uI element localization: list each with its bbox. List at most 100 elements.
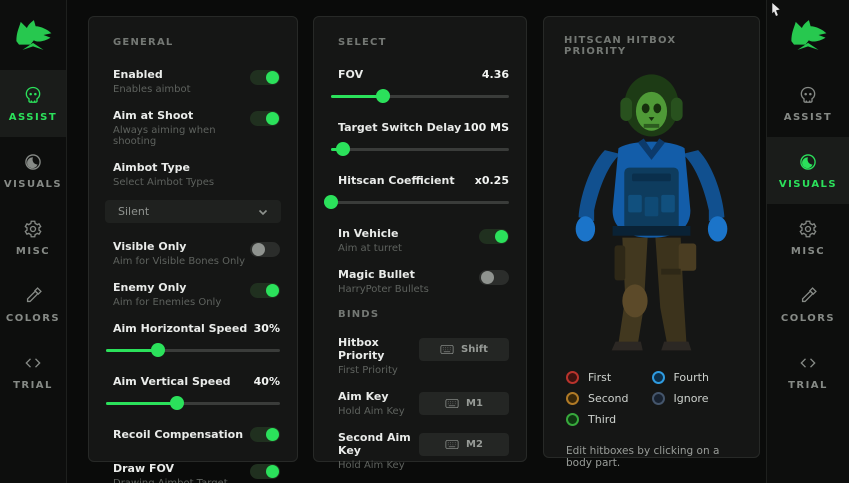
dropdown-selected-value: Silent: [118, 205, 149, 218]
sidebar-item-colors[interactable]: COLORS: [0, 271, 66, 338]
panel-select: SELECT FOV 4.36 Target Switch Delay 100 …: [313, 16, 527, 462]
recoil-compensation-toggle[interactable]: [250, 427, 280, 442]
sidebar-item-visuals[interactable]: VISUALS: [767, 137, 849, 204]
slider-header-hitscan-coefficient: Hitscan Coefficient x0.25: [329, 174, 511, 187]
sidebar-item-colors[interactable]: COLORS: [767, 271, 849, 338]
setting-subtitle: Aim for Visible Bones Only: [113, 256, 245, 267]
magic-bullet-toggle[interactable]: [479, 270, 509, 285]
legend-item-third[interactable]: Third: [566, 409, 652, 429]
in-vehicle-toggle[interactable]: [479, 229, 509, 244]
character-model[interactable]: [564, 63, 739, 353]
sidebar-item-label: COLORS: [781, 313, 835, 324]
sidebar-item-trial[interactable]: TRIAL: [0, 338, 66, 405]
skull-icon: [798, 85, 818, 105]
hitbox-priority-keybind-button[interactable]: Shift: [419, 338, 509, 361]
eyedropper-icon: [798, 286, 818, 306]
priority-dot-second[interactable]: [566, 392, 579, 405]
toggle-knob: [266, 465, 279, 478]
keyboard-icon: [445, 398, 459, 409]
slider-knob[interactable]: [336, 142, 350, 156]
draw-fov-toggle[interactable]: [250, 464, 280, 479]
priority-dot-fourth[interactable]: [652, 371, 665, 384]
hitbox-edit-hint: Edit hitboxes by clicking on a body part…: [564, 445, 739, 469]
panel-hitbox-priority: HITSCAN HITBOX PRIORITY: [543, 16, 760, 458]
setting-subtitle: Hold Aim Key: [338, 460, 419, 471]
bind-row-aim-key: Aim Key Hold Aim Key M1: [329, 390, 511, 417]
setting-row-aimbot-type: Aimbot Type Select Aimbot Types: [104, 161, 282, 188]
setting-label: Magic Bullet: [338, 268, 429, 281]
enemy-only-toggle[interactable]: [250, 283, 280, 298]
app-logo: [0, 0, 66, 70]
sidebar-item-assist[interactable]: ASSIST: [767, 70, 849, 137]
aim-horizontal-speed-slider[interactable]: [106, 343, 280, 357]
setting-subtitle: Always aiming when shooting: [113, 125, 250, 147]
setting-label: Enemy Only: [113, 281, 221, 294]
sidebar-item-label: MISC: [791, 246, 825, 257]
setting-label: Draw FOV: [113, 462, 250, 475]
legend-item-first[interactable]: First: [566, 367, 652, 387]
sidebar-item-label: ASSIST: [784, 112, 832, 123]
aimbot-type-dropdown[interactable]: Silent: [105, 200, 281, 223]
slider-knob[interactable]: [376, 89, 390, 103]
priority-dot-first[interactable]: [566, 371, 579, 384]
setting-row-magic-bullet: Magic Bullet HarryPoter Bullets: [329, 268, 511, 295]
aim-at-shoot-toggle[interactable]: [250, 111, 280, 126]
slider-value: 30%: [254, 322, 280, 335]
sidebar-item-misc[interactable]: MISC: [0, 204, 66, 271]
slider-knob[interactable]: [151, 343, 165, 357]
soldier-hitbox-figure: [564, 63, 739, 353]
setting-label: Visible Only: [113, 240, 245, 253]
enabled-toggle[interactable]: [250, 70, 280, 85]
second-aim-key-keybind-button[interactable]: M2: [419, 433, 509, 456]
slider-knob[interactable]: [324, 195, 338, 209]
sidebar-item-misc[interactable]: MISC: [767, 204, 849, 271]
setting-subtitle: HarryPoter Bullets: [338, 284, 429, 295]
slider-knob[interactable]: [170, 396, 184, 410]
bind-row-hitbox-priority: Hitbox Priority First Priority Shift: [329, 336, 511, 376]
skull-icon: [23, 85, 43, 105]
sidebar-right: ASSIST VISUALS MISC COLORS TRIAL: [766, 0, 849, 483]
setting-row-visible-only: Visible Only Aim for Visible Bones Only: [104, 240, 282, 267]
sidebar-item-visuals[interactable]: VISUALS: [0, 137, 66, 204]
target-switch-delay-slider[interactable]: [331, 142, 509, 156]
slider-value: x0.25: [475, 174, 509, 187]
panel-general: GENERAL Enabled Enables aimbot Aim at Sh…: [88, 16, 298, 462]
slider-track: [331, 201, 509, 204]
sidebar-item-label: TRIAL: [788, 380, 828, 391]
legend-item-fourth[interactable]: Fourth: [652, 367, 738, 387]
slider-track: [331, 148, 509, 151]
keybind-value: M1: [466, 398, 483, 409]
toggle-knob: [266, 284, 279, 297]
legend-item-ignore[interactable]: Ignore: [652, 388, 738, 408]
legend-label: First: [588, 371, 611, 384]
legend-label: Ignore: [674, 392, 709, 405]
slider-header-fov: FOV 4.36: [329, 68, 511, 81]
priority-dot-third[interactable]: [566, 413, 579, 426]
toggle-knob: [481, 271, 494, 284]
setting-row-recoil: Recoil Compensation: [104, 428, 282, 442]
setting-subtitle: Aim at turret: [338, 243, 402, 254]
aim-key-keybind-button[interactable]: M1: [419, 392, 509, 415]
setting-label: Aim Vertical Speed: [113, 375, 231, 388]
sidebar-item-assist[interactable]: ASSIST: [0, 70, 66, 137]
priority-dot-ignore[interactable]: [652, 392, 665, 405]
gear-icon: [23, 219, 43, 239]
code-icon: [23, 353, 43, 373]
slider-value: 4.36: [482, 68, 509, 81]
wolf-logo-icon: [12, 17, 54, 53]
aim-vertical-speed-slider[interactable]: [106, 396, 280, 410]
setting-subtitle: Select Aimbot Types: [113, 177, 214, 188]
setting-label: Target Switch Delay: [338, 121, 461, 134]
legend-label: Fourth: [674, 371, 709, 384]
slider-header-aim-horizontal: Aim Horizontal Speed 30%: [104, 322, 282, 335]
fov-slider[interactable]: [331, 89, 509, 103]
legend-item-second[interactable]: Second: [566, 388, 652, 408]
setting-row-draw-fov: Draw FOV Drawing Aimbot Target Zone: [104, 462, 282, 483]
sidebar-item-trial[interactable]: TRIAL: [767, 338, 849, 405]
hitscan-coefficient-slider[interactable]: [331, 195, 509, 209]
slider-fill: [106, 402, 177, 405]
slider-value: 40%: [254, 375, 280, 388]
setting-label: Aim Horizontal Speed: [113, 322, 247, 335]
toggle-knob: [252, 243, 265, 256]
visible-only-toggle[interactable]: [250, 242, 280, 257]
